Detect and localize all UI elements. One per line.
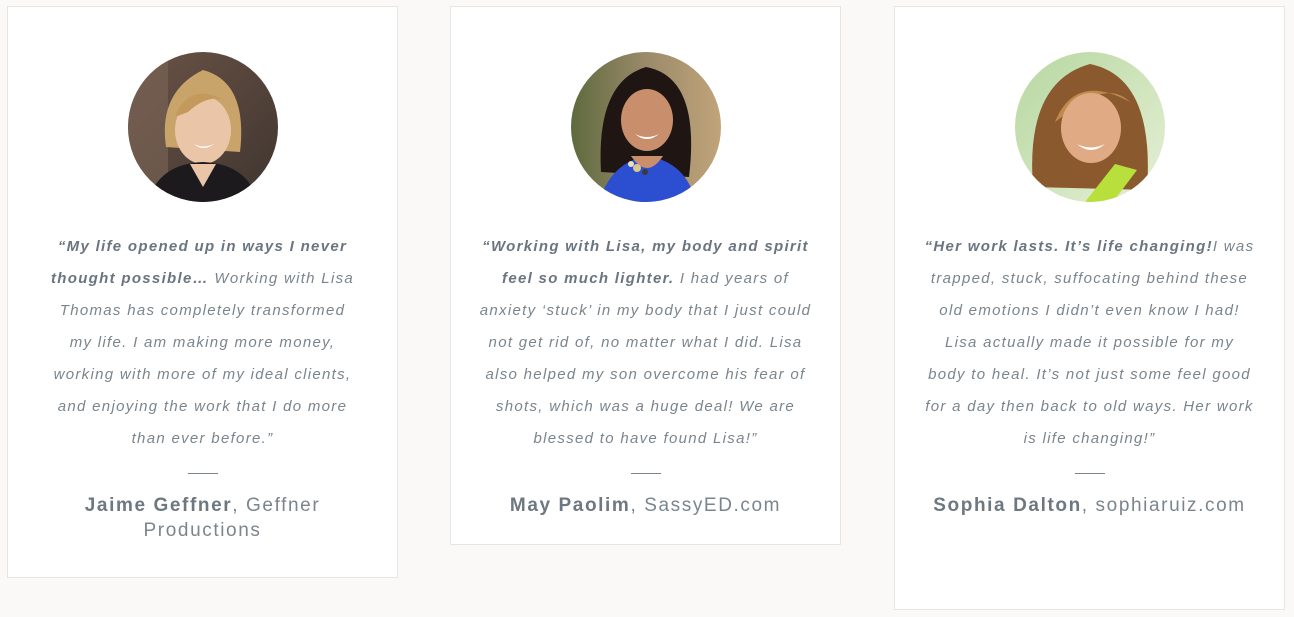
testimonial-attribution: Sophia Dalton, sophiaruiz.com xyxy=(920,493,1260,518)
testimonial-quote: “Her work lasts. It’s life changing!I wa… xyxy=(924,231,1256,455)
avatar-sophia-dalton xyxy=(1014,52,1165,202)
testimonial-card-jaime: “My life opened up in ways I never thoug… xyxy=(7,6,398,578)
divider xyxy=(187,473,218,474)
testimonial-attribution: Jaime Geffner, Geffner Productions xyxy=(68,493,338,543)
divider xyxy=(1074,473,1105,474)
author-name: May Paolim xyxy=(509,495,631,516)
author-company: , SassyED.com xyxy=(630,495,782,516)
testimonial-attribution: May Paolim, SassyED.com xyxy=(496,493,796,518)
author-name: Jaime Geffner xyxy=(84,495,233,516)
testimonial-quote: “My life opened up in ways I never thoug… xyxy=(47,231,359,455)
quote-body: I had years of anxiety ‘stuck’ in my bod… xyxy=(479,270,812,447)
author-name: Sophia Dalton xyxy=(933,495,1082,516)
testimonial-card-sophia: “Her work lasts. It’s life changing!I wa… xyxy=(894,6,1285,610)
author-company: , sophiaruiz.com xyxy=(1081,495,1246,516)
quote-body: I was trapped, stuck, suffocating behind… xyxy=(925,238,1255,447)
quote-lead: “Her work lasts. It’s life changing! xyxy=(924,238,1213,255)
divider xyxy=(630,473,661,474)
quote-body: Working with Lisa Thomas has completely … xyxy=(53,270,355,447)
avatar-may-paolim xyxy=(570,52,721,202)
avatar-jaime-geffner xyxy=(127,52,278,202)
testimonial-card-may: “Working with Lisa, my body and spirit f… xyxy=(450,6,841,545)
testimonial-quote: “Working with Lisa, my body and spirit f… xyxy=(480,231,812,455)
